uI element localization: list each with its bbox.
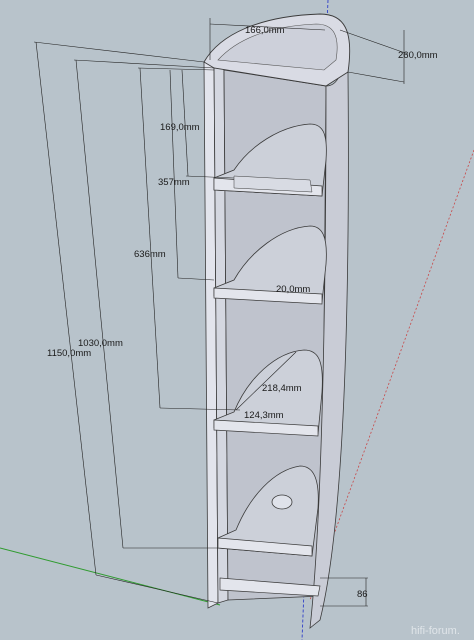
watermark: hifi-forum. [411, 625, 460, 637]
dim-shelf2-height: 357mm [158, 177, 190, 188]
cable-hole[interactable] [271, 494, 293, 510]
dim-shelf3-height: 636mm [134, 249, 166, 260]
dim-depth-top: 260,0mm [398, 50, 438, 61]
sketchup-viewport[interactable]: 166,0mm 260,0mm 169,0mm 357mm 636mm 1030… [0, 0, 474, 640]
dim-arc-depth: 124,3mm [244, 410, 284, 421]
green-axis [0, 547, 221, 606]
dim-shelf-thickness: 20,0mm [276, 284, 310, 295]
shelf-model[interactable] [203, 13, 351, 629]
dim-arc-width: 218,4mm [262, 383, 302, 394]
model-canvas[interactable]: 166,0mm 260,0mm 169,0mm 357mm 636mm 1030… [0, 0, 474, 640]
dim-height-total: 1150,0mm [47, 348, 91, 359]
dim-shelf1-height: 169,0mm [160, 122, 200, 133]
dim-base-height: 86 [357, 589, 368, 600]
dim-width-top: 166,0mm [245, 25, 285, 36]
